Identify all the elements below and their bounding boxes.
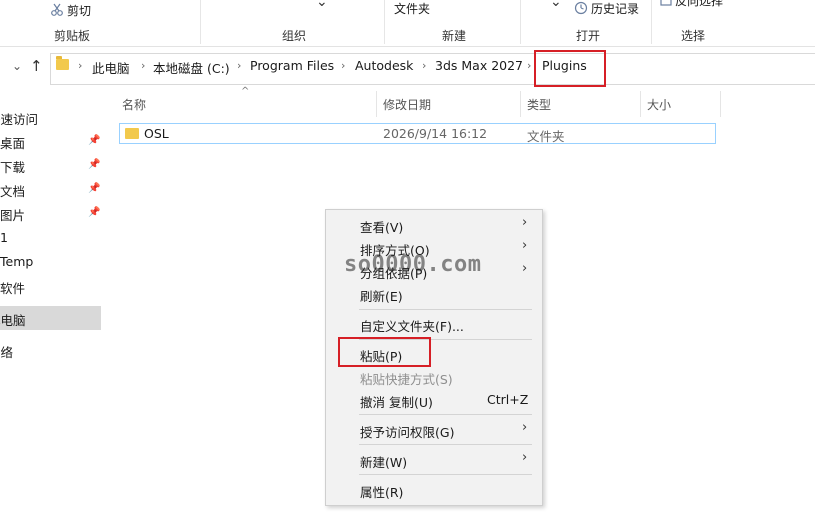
folder-icon [56, 56, 69, 70]
history-icon [574, 1, 588, 18]
select-group-label: 选择 [681, 29, 706, 43]
chevron-right-icon[interactable]: › [141, 59, 145, 72]
menu-separator [359, 474, 532, 475]
sidebar-item-software[interactable]: 软件 [0, 278, 25, 297]
sort-ascending-icon: ^ [241, 86, 250, 97]
column-divider[interactable] [640, 91, 641, 117]
pin-icon[interactable]: 📌 [88, 183, 100, 194]
history-button[interactable]: 历史记录 [574, 0, 639, 18]
sidebar-item-this-pc[interactable]: 此电脑 [0, 310, 26, 329]
breadcrumb-this-pc[interactable]: 此电脑 [92, 58, 130, 77]
chevron-right-icon: › [522, 450, 528, 465]
sidebar-item-downloads[interactable]: 下载 [0, 157, 25, 176]
sidebar-item-documents[interactable]: 文档 [0, 181, 25, 200]
organize-dropdown-icon[interactable]: ⌄ [316, 0, 328, 10]
chevron-right-icon: › [522, 238, 528, 253]
new-group-label: 新建 [442, 29, 467, 43]
file-type-cell: 文件夹 [527, 129, 565, 144]
menu-item-properties[interactable]: 属性(R) [360, 482, 403, 501]
ribbon-divider [384, 0, 385, 44]
chevron-right-icon: › [522, 215, 528, 230]
chevron-right-icon[interactable]: › [422, 59, 426, 72]
menu-item-customize-folder[interactable]: 自定义文件夹(F)... [360, 316, 464, 335]
sidebar-item-pictures[interactable]: 图片 [0, 205, 25, 224]
column-divider[interactable] [520, 91, 521, 117]
menu-item-undo-copy[interactable]: 撤消 复制(U) [360, 392, 433, 411]
column-header-size[interactable]: 大小 [647, 96, 671, 113]
chevron-right-icon[interactable]: › [237, 59, 241, 72]
watermark-text: so0000.com [344, 252, 482, 277]
column-header-date[interactable]: 修改日期 [383, 96, 431, 113]
chevron-right-icon: › [522, 261, 528, 276]
column-header-type[interactable]: 类型 [527, 96, 551, 113]
menu-item-paste-shortcut[interactable]: 粘贴快捷方式(S) [360, 369, 453, 388]
menu-item-view[interactable]: 查看(V) [360, 217, 403, 236]
menu-item-refresh[interactable]: 刷新(E) [360, 286, 403, 305]
menu-item-grant-access[interactable]: 授予访问权限(G) [360, 422, 454, 441]
menu-item-new[interactable]: 新建(W) [360, 452, 407, 471]
invert-selection-button[interactable]: 反向选择 [660, 0, 723, 9]
ribbon-divider [520, 0, 521, 44]
sidebar-item-network[interactable]: 网络 [0, 342, 13, 361]
sidebar-item-desktop[interactable]: 桌面 [0, 133, 25, 152]
cut-label: 剪切 [67, 4, 92, 18]
up-arrow-icon[interactable]: ↑ [30, 57, 43, 75]
column-divider[interactable] [720, 91, 721, 117]
invert-selection-icon [660, 0, 672, 9]
highlight-box-plugins [534, 50, 606, 87]
chevron-right-icon[interactable]: › [78, 59, 82, 72]
open-dropdown-icon[interactable]: ⌄ [550, 0, 562, 10]
breadcrumb-autodesk[interactable]: Autodesk [355, 58, 413, 73]
breadcrumb-program-files[interactable]: Program Files [250, 58, 334, 73]
chevron-right-icon[interactable]: › [341, 59, 345, 72]
open-group-label: 打开 [576, 29, 601, 43]
sidebar-item-quick-access[interactable]: 快速访问 [0, 109, 38, 128]
column-header-name[interactable]: 名称 [122, 96, 146, 113]
clipboard-group-label: 剪贴板 [54, 29, 91, 43]
pin-icon[interactable]: 📌 [88, 135, 100, 146]
ribbon: 剪切 剪贴板 ⌄ 组织 文件夹 新建 ⌄ 历史记录 打开 反向选择 选择 [0, 0, 815, 47]
cut-button[interactable]: 剪切 [50, 2, 91, 20]
chevron-right-icon[interactable]: › [527, 59, 531, 72]
scissors-icon [50, 3, 64, 20]
recent-dropdown-icon[interactable]: ⌄ [12, 59, 22, 73]
pin-icon[interactable]: 📌 [88, 207, 100, 218]
file-date-cell: 2026/9/14 16:12 [383, 126, 488, 141]
organize-group-label: 组织 [282, 29, 307, 43]
undo-shortcut-label: Ctrl+Z [487, 392, 529, 407]
invert-selection-label: 反向选择 [675, 0, 724, 8]
ribbon-divider [200, 0, 201, 44]
column-divider[interactable] [376, 91, 377, 117]
menu-separator [359, 309, 532, 310]
history-label: 历史记录 [591, 2, 640, 16]
sidebar-item-1[interactable]: 1 [0, 230, 8, 245]
ribbon-divider [651, 0, 652, 44]
menu-separator [359, 414, 532, 415]
highlight-box-paste [338, 337, 431, 367]
folder-icon [125, 128, 139, 139]
file-name-cell[interactable]: OSL [144, 126, 169, 141]
sidebar-item-temp[interactable]: Temp [0, 254, 33, 269]
new-folder-label[interactable]: 文件夹 [394, 0, 430, 17]
breadcrumb-3ds-max[interactable]: 3ds Max 2027 [435, 58, 523, 73]
chevron-right-icon: › [522, 420, 528, 435]
breadcrumb-local-disk[interactable]: 本地磁盘 (C:) [153, 58, 230, 77]
menu-separator [359, 444, 532, 445]
pin-icon[interactable]: 📌 [88, 159, 100, 170]
